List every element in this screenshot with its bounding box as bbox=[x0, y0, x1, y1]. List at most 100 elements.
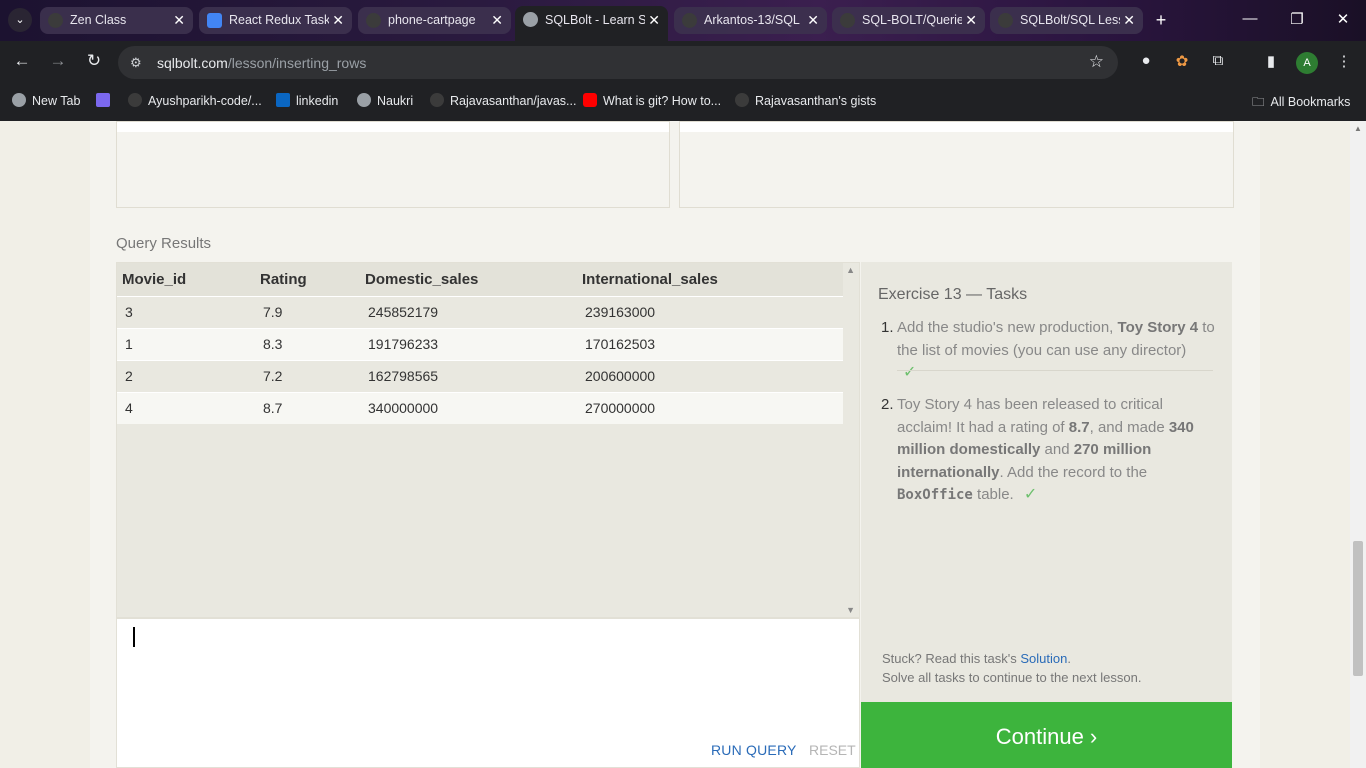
close-icon[interactable]: ✕ bbox=[173, 7, 185, 34]
task-2: 2. Toy Story 4 has been released to crit… bbox=[881, 396, 1194, 503]
avatar[interactable]: A bbox=[1296, 52, 1318, 74]
tab-search-button[interactable]: ⌄ bbox=[8, 8, 32, 32]
table-cell: 3 bbox=[117, 295, 255, 328]
github-icon bbox=[128, 93, 142, 107]
minimize-button[interactable]: — bbox=[1240, 10, 1260, 27]
tab-react-redux[interactable]: React Redux Task ✕ bbox=[199, 7, 352, 34]
close-icon[interactable]: ✕ bbox=[807, 7, 819, 34]
tab-title: SQLBolt/SQL Lesson bbox=[1020, 13, 1120, 27]
stuck-help-text: Stuck? Read this task's Solution. Solve … bbox=[882, 651, 1142, 685]
tab-zen-class[interactable]: Zen Class ✕ bbox=[40, 7, 193, 34]
close-icon[interactable]: ✕ bbox=[648, 6, 660, 34]
table-cell: 162798565 bbox=[360, 359, 577, 392]
close-icon[interactable]: ✕ bbox=[965, 7, 977, 34]
table-row: 2 7.2 162798565 200600000 bbox=[117, 359, 843, 392]
table-cell: 8.3 bbox=[255, 327, 360, 360]
table-row: 4 8.7 340000000 270000000 bbox=[117, 391, 843, 424]
results-table: Movie_id Rating Domestic_sales Internati… bbox=[117, 263, 843, 424]
bookmark-new-tab[interactable]: New Tab bbox=[12, 93, 80, 108]
task-divider bbox=[897, 370, 1213, 371]
continue-button[interactable]: Continue › bbox=[861, 702, 1232, 768]
address-bar[interactable]: ⚙ sqlbolt.com/lesson/inserting_rows ☆ bbox=[118, 46, 1118, 79]
color-extension-icon[interactable]: ✿ bbox=[1171, 52, 1193, 70]
tab-title: phone-cartpage bbox=[388, 13, 476, 27]
tab-title: SQLBolt - Learn SQL bbox=[545, 13, 645, 27]
bookmark-rajavasanthan-gists[interactable]: Rajavasanthan's gists bbox=[735, 93, 876, 108]
tab-title: React Redux Task bbox=[229, 13, 329, 27]
menu-kebab-icon[interactable]: ⋮ bbox=[1333, 52, 1355, 70]
page-scrollbar[interactable]: ▲ bbox=[1350, 121, 1366, 768]
bookmark-linkedin[interactable]: linkedin bbox=[276, 93, 338, 108]
text-caret bbox=[133, 627, 135, 647]
bookmark-star-icon[interactable]: ☆ bbox=[1089, 52, 1104, 72]
tab-title: SQL-BOLT/Queries bbox=[862, 13, 962, 27]
bookmark-naukri[interactable]: Naukri bbox=[357, 93, 413, 108]
bookmark-vite[interactable] bbox=[96, 93, 116, 108]
tab-sqlbolt-lesson[interactable]: SQLBolt/SQL Lesson ✕ bbox=[990, 7, 1143, 34]
run-query-button[interactable]: RUN QUERY bbox=[711, 742, 797, 758]
close-icon[interactable]: ✕ bbox=[491, 7, 503, 34]
tab-sqlbolt-active[interactable]: SQLBolt - Learn SQL ✕ bbox=[515, 6, 668, 41]
scroll-up-arrow-icon[interactable]: ▲ bbox=[1354, 124, 1362, 133]
restore-button[interactable]: ❐ bbox=[1287, 10, 1307, 28]
side-panel-icon[interactable]: ▮ bbox=[1260, 52, 1282, 70]
table-row: 3 7.9 245852179 239163000 bbox=[117, 295, 843, 328]
extensions-puzzle-icon[interactable]: ⧉ bbox=[1207, 52, 1229, 69]
reload-button[interactable]: ↻ bbox=[82, 51, 106, 71]
all-bookmarks-button[interactable]: 🗀 All Bookmarks bbox=[1252, 93, 1350, 114]
scroll-up-arrow-icon[interactable]: ▲ bbox=[846, 265, 855, 275]
query-results-table-panel: Movie_id Rating Domestic_sales Internati… bbox=[116, 262, 860, 618]
tab-strip: ⌄ Zen Class ✕ React Redux Task ✕ phone-c… bbox=[0, 0, 1366, 41]
tab-arkantos[interactable]: Arkantos-13/SQL ✕ bbox=[674, 7, 827, 34]
github-favicon-icon bbox=[366, 13, 381, 28]
column-header: Rating bbox=[255, 263, 360, 296]
table-cell: 4 bbox=[117, 391, 255, 424]
reset-button[interactable]: RESET bbox=[809, 742, 856, 758]
scrollbar-thumb[interactable] bbox=[1353, 541, 1363, 676]
github-icon bbox=[735, 93, 749, 107]
table-cell: 239163000 bbox=[577, 295, 843, 328]
globe-icon bbox=[12, 93, 26, 107]
page-content: Query Results Movie_id Rating Domestic_s… bbox=[0, 121, 1366, 768]
github-favicon-icon bbox=[998, 13, 1013, 28]
column-header: Domestic_sales bbox=[360, 263, 577, 296]
youtube-icon bbox=[583, 93, 597, 107]
table-cell: 340000000 bbox=[360, 391, 577, 424]
table-preview-panel-left bbox=[116, 121, 670, 208]
close-window-button[interactable]: ✕ bbox=[1333, 10, 1353, 28]
browser-toolbar: ← → ↻ ⚙ sqlbolt.com/lesson/inserting_row… bbox=[0, 41, 1366, 85]
github-icon bbox=[430, 93, 444, 107]
new-tab-button[interactable]: + bbox=[1150, 9, 1172, 31]
sql-query-editor[interactable]: RUN QUERY RESET bbox=[116, 618, 860, 768]
solution-link[interactable]: Solution bbox=[1020, 651, 1067, 666]
close-icon[interactable]: ✕ bbox=[1123, 7, 1135, 34]
exercise-title: Exercise 13 — Tasks bbox=[878, 286, 1028, 303]
table-cell: 270000000 bbox=[577, 391, 843, 424]
linkedin-icon bbox=[276, 93, 290, 107]
table-cell: 2 bbox=[117, 359, 255, 392]
tab-title: Zen Class bbox=[70, 13, 127, 27]
docs-favicon-icon bbox=[207, 13, 222, 28]
back-button[interactable]: ← bbox=[10, 51, 34, 71]
extension-icon[interactable]: ● bbox=[1135, 52, 1157, 69]
bookmark-rajavasanthan-js[interactable]: Rajavasanthan/javas... bbox=[430, 93, 576, 108]
forward-button[interactable]: → bbox=[46, 51, 70, 71]
site-info-icon[interactable]: ⚙ bbox=[130, 55, 142, 71]
table-cell: 7.9 bbox=[255, 295, 360, 328]
table-cell: 191796233 bbox=[360, 327, 577, 360]
bookmark-ayushparikh[interactable]: Ayushparikh-code/... bbox=[128, 93, 262, 108]
vite-icon bbox=[96, 93, 110, 107]
table-cell: 170162503 bbox=[577, 327, 843, 360]
tab-sql-bolt-queries[interactable]: SQL-BOLT/Queries ✕ bbox=[832, 7, 985, 34]
close-icon[interactable]: ✕ bbox=[332, 7, 344, 34]
query-results-label: Query Results bbox=[116, 235, 212, 252]
bookmark-git-video[interactable]: What is git? How to... bbox=[583, 93, 721, 108]
folder-icon: 🗀 bbox=[1252, 95, 1265, 109]
github-favicon-icon bbox=[682, 13, 697, 28]
bookmarks-bar: New Tab Ayushparikh-code/... linkedin Na… bbox=[0, 85, 1366, 121]
table-cell: 200600000 bbox=[577, 359, 843, 392]
check-icon: ✓ bbox=[1023, 486, 1038, 503]
url-text: sqlbolt.com/lesson/inserting_rows bbox=[157, 55, 367, 71]
tab-phone-cartpage[interactable]: phone-cartpage ✕ bbox=[358, 7, 511, 34]
scroll-down-arrow-icon[interactable]: ▼ bbox=[846, 605, 855, 615]
